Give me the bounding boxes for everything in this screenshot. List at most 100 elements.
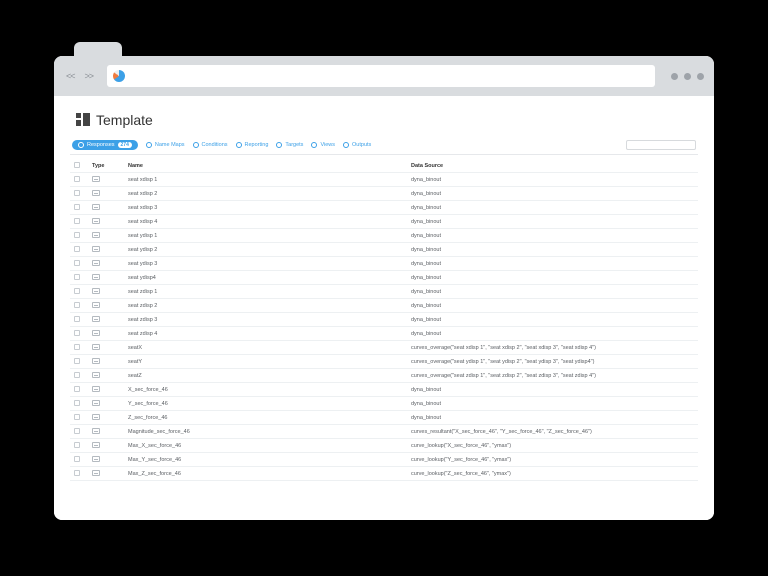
- row-data-source: curves_overage("seat xdisp 1", "seat xdi…: [411, 345, 694, 351]
- tab-ring-icon: [343, 142, 349, 148]
- row-type-icon: [92, 274, 100, 280]
- col-data-source: Data Source: [411, 163, 694, 169]
- row-name: seat xdisp 3: [128, 205, 411, 211]
- table-row[interactable]: Z_sec_force_46dyna_binout: [70, 411, 698, 425]
- row-data-source: curve_lookup("X_sec_force_46", "ymax"): [411, 443, 694, 449]
- table-row[interactable]: seatZcurves_overage("seat zdisp 1", "sea…: [70, 369, 698, 383]
- table-row[interactable]: seat zdisp 2dyna_binout: [70, 299, 698, 313]
- row-checkbox[interactable]: [74, 274, 80, 280]
- row-name: seatY: [128, 359, 411, 365]
- row-checkbox[interactable]: [74, 428, 80, 434]
- row-checkbox[interactable]: [74, 358, 80, 364]
- forward-button[interactable]: >>: [83, 71, 96, 81]
- select-all-checkbox[interactable]: [74, 162, 80, 168]
- table-row[interactable]: seat xdisp 2dyna_binout: [70, 187, 698, 201]
- row-data-source: dyna_binout: [411, 415, 694, 421]
- row-checkbox[interactable]: [74, 190, 80, 196]
- table-row[interactable]: seat zdisp 1dyna_binout: [70, 285, 698, 299]
- row-checkbox[interactable]: [74, 470, 80, 476]
- row-checkbox[interactable]: [74, 232, 80, 238]
- row-type-icon: [92, 372, 100, 378]
- row-checkbox[interactable]: [74, 344, 80, 350]
- tabs-row: Responses 274 Name Maps Conditions Repor…: [70, 136, 698, 155]
- table-row[interactable]: Magnitude_sec_force_46curves_resultant("…: [70, 425, 698, 439]
- row-data-source: curve_lookup("Y_sec_force_46", "ymax"): [411, 457, 694, 463]
- row-type-icon: [92, 204, 100, 210]
- table-row[interactable]: Max_Z_sec_force_46curve_lookup("Z_sec_fo…: [70, 467, 698, 481]
- table-row[interactable]: seat zdisp 3dyna_binout: [70, 313, 698, 327]
- row-data-source: dyna_binout: [411, 205, 694, 211]
- browser-tab[interactable]: [74, 42, 122, 58]
- row-data-source: dyna_binout: [411, 275, 694, 281]
- row-data-source: dyna_binout: [411, 401, 694, 407]
- row-checkbox[interactable]: [74, 316, 80, 322]
- tab-targets[interactable]: Targets: [276, 142, 303, 148]
- row-checkbox[interactable]: [74, 386, 80, 392]
- table-row[interactable]: seat ydisp 2dyna_binout: [70, 243, 698, 257]
- table-row[interactable]: seat xdisp 4dyna_binout: [70, 215, 698, 229]
- search-input[interactable]: [626, 140, 696, 150]
- window-dot[interactable]: [684, 73, 691, 80]
- window-controls[interactable]: [671, 73, 704, 80]
- table-row[interactable]: seat ydisp4dyna_binout: [70, 271, 698, 285]
- row-checkbox[interactable]: [74, 246, 80, 252]
- tab-label: Targets: [285, 142, 303, 148]
- row-checkbox[interactable]: [74, 218, 80, 224]
- window-dot[interactable]: [671, 73, 678, 80]
- address-bar[interactable]: [107, 65, 655, 87]
- row-type-icon: [92, 232, 100, 238]
- table-row[interactable]: Max_X_sec_force_46curve_lookup("X_sec_fo…: [70, 439, 698, 453]
- table-row[interactable]: seat ydisp 3dyna_binout: [70, 257, 698, 271]
- row-type-icon: [92, 302, 100, 308]
- table-row[interactable]: seat xdisp 1dyna_binout: [70, 173, 698, 187]
- table-row[interactable]: Max_Y_sec_force_46curve_lookup("Y_sec_fo…: [70, 453, 698, 467]
- tab-name-maps[interactable]: Name Maps: [146, 142, 185, 148]
- table-row[interactable]: seat xdisp 3dyna_binout: [70, 201, 698, 215]
- row-name: seat zdisp 1: [128, 289, 411, 295]
- tab-ring-icon: [276, 142, 282, 148]
- tab-label: Reporting: [245, 142, 269, 148]
- row-type-icon: [92, 470, 100, 476]
- table-row[interactable]: seat ydisp 1dyna_binout: [70, 229, 698, 243]
- responses-table: Type Name Data Source seat xdisp 1dyna_b…: [70, 159, 698, 481]
- row-name: seat ydisp 3: [128, 261, 411, 267]
- table-row[interactable]: seatXcurves_overage("seat xdisp 1", "sea…: [70, 341, 698, 355]
- row-name: Magnitude_sec_force_46: [128, 429, 411, 435]
- row-name: Max_X_sec_force_46: [128, 443, 411, 449]
- row-checkbox[interactable]: [74, 204, 80, 210]
- row-checkbox[interactable]: [74, 176, 80, 182]
- tab-reporting[interactable]: Reporting: [236, 142, 269, 148]
- row-checkbox[interactable]: [74, 302, 80, 308]
- row-type-icon: [92, 414, 100, 420]
- row-name: seat xdisp 4: [128, 219, 411, 225]
- table-row[interactable]: X_sec_force_46dyna_binout: [70, 383, 698, 397]
- row-checkbox[interactable]: [74, 400, 80, 406]
- page-header: Template: [76, 112, 694, 128]
- table-row[interactable]: seatYcurves_overage("seat ydisp 1", "sea…: [70, 355, 698, 369]
- table-row[interactable]: seat zdisp 4dyna_binout: [70, 327, 698, 341]
- row-data-source: dyna_binout: [411, 261, 694, 267]
- tab-responses[interactable]: Responses 274: [72, 140, 138, 150]
- back-button[interactable]: <<: [64, 71, 77, 81]
- row-checkbox[interactable]: [74, 330, 80, 336]
- row-name: Max_Y_sec_force_46: [128, 457, 411, 463]
- row-checkbox[interactable]: [74, 372, 80, 378]
- tab-label: Name Maps: [155, 142, 185, 148]
- row-checkbox[interactable]: [74, 442, 80, 448]
- row-data-source: dyna_binout: [411, 303, 694, 309]
- row-checkbox[interactable]: [74, 260, 80, 266]
- tab-ring-icon: [78, 142, 84, 148]
- tab-ring-icon: [236, 142, 242, 148]
- row-name: seat xdisp 2: [128, 191, 411, 197]
- tab-conditions[interactable]: Conditions: [193, 142, 228, 148]
- col-name: Name: [128, 163, 411, 169]
- row-type-icon: [92, 316, 100, 322]
- window-dot[interactable]: [697, 73, 704, 80]
- row-checkbox[interactable]: [74, 414, 80, 420]
- tab-outputs[interactable]: Outputs: [343, 142, 371, 148]
- table-row[interactable]: Y_sec_force_46dyna_binout: [70, 397, 698, 411]
- table-header: Type Name Data Source: [70, 159, 698, 173]
- row-checkbox[interactable]: [74, 288, 80, 294]
- row-checkbox[interactable]: [74, 456, 80, 462]
- tab-views[interactable]: Views: [311, 142, 335, 148]
